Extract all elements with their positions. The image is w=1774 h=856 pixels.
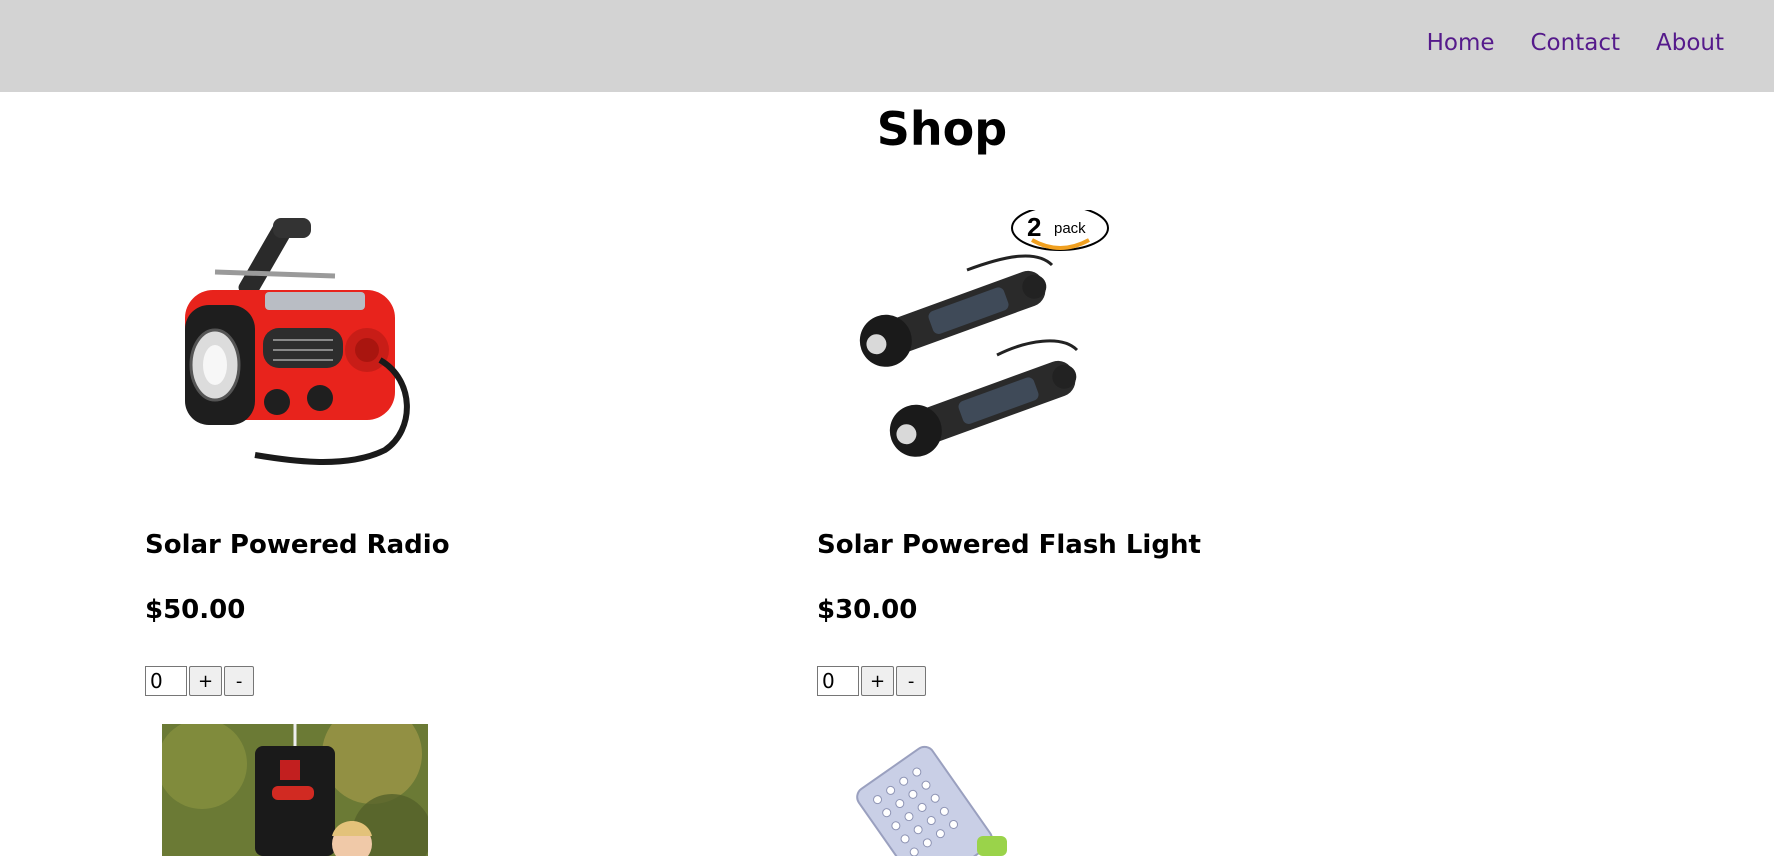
nav-link-about[interactable]: About	[1656, 30, 1724, 58]
solar-flashlight-image: 2 pack	[859, 210, 1109, 457]
solar-lamp-image	[817, 724, 1117, 856]
quantity-controls: + -	[817, 666, 927, 696]
quantity-input[interactable]	[817, 666, 859, 696]
solar-radio-image	[185, 218, 410, 465]
page-title: Shop	[876, 102, 1008, 156]
pack-word-label: pack	[1054, 220, 1086, 237]
solar-shower-image	[162, 724, 428, 856]
quantity-input[interactable]	[145, 666, 187, 696]
navbar: Home Contact About	[0, 0, 1774, 92]
product-price: $50.00	[145, 595, 246, 625]
product-price: $30.00	[817, 595, 918, 625]
nav-link-home[interactable]: Home	[1427, 30, 1495, 58]
decrement-button[interactable]: -	[224, 666, 255, 696]
nav-links: Home Contact About	[1427, 30, 1724, 58]
increment-button[interactable]: +	[189, 666, 223, 696]
nav-link-contact[interactable]: Contact	[1531, 30, 1620, 58]
decrement-button[interactable]: -	[896, 666, 927, 696]
quantity-controls: + -	[145, 666, 255, 696]
product-name: Solar Powered Radio	[145, 530, 450, 560]
increment-button[interactable]: +	[861, 666, 895, 696]
pack-count-label: 2	[1027, 212, 1041, 242]
product-name: Solar Powered Flash Light	[817, 530, 1201, 560]
